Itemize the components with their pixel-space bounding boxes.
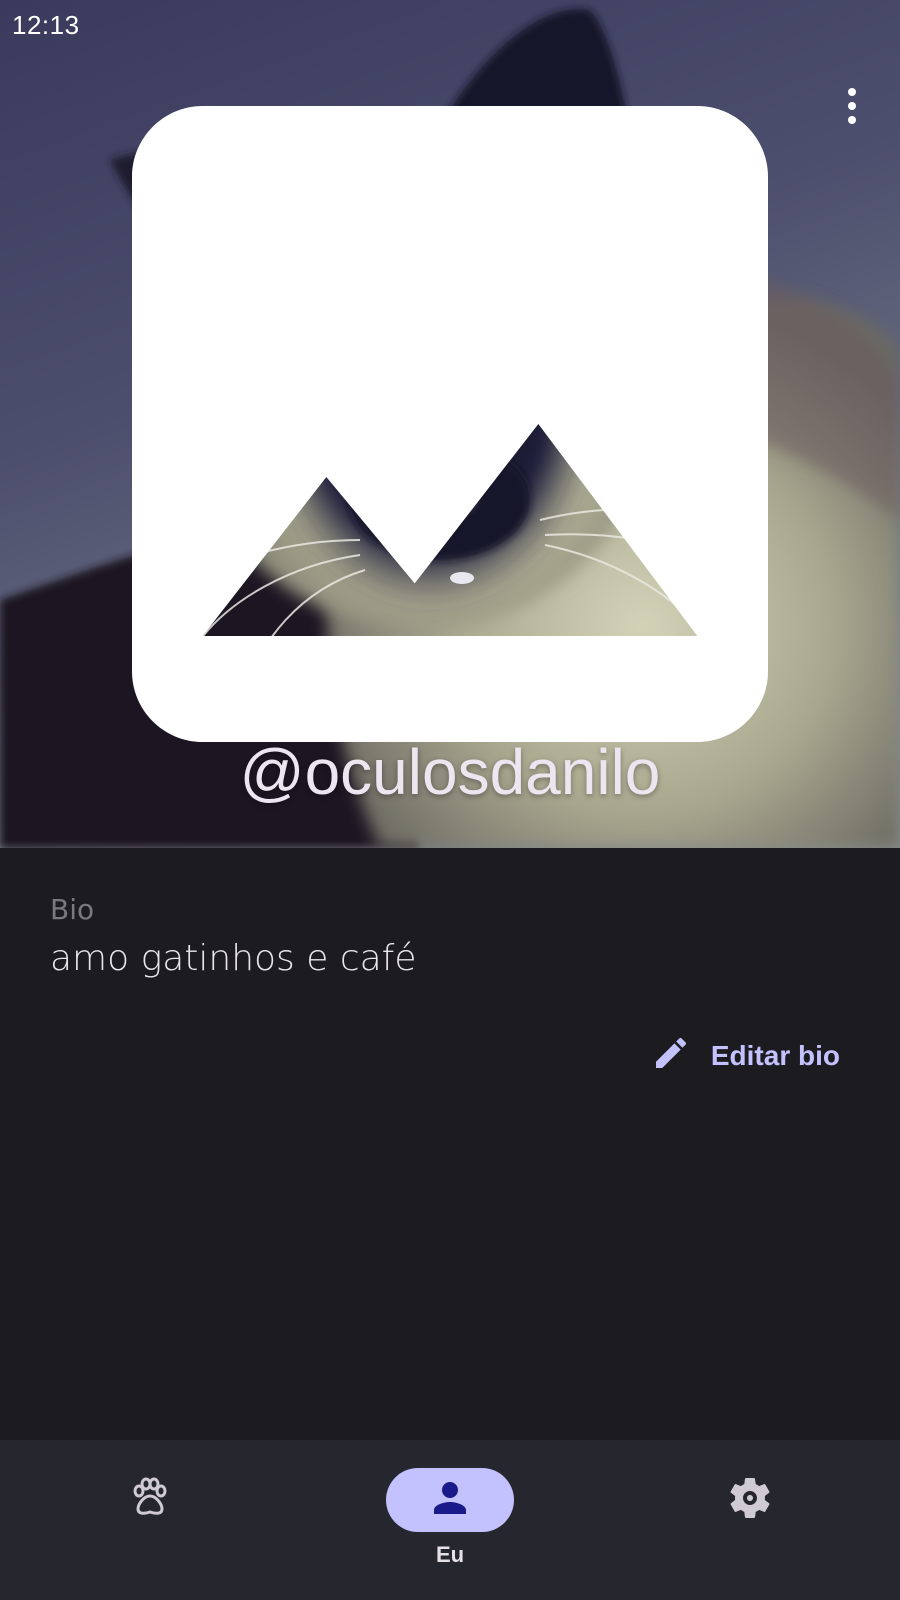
nav-label-eu: Eu	[435, 1542, 465, 1567]
bottom-navigation: Eu	[0, 1440, 900, 1600]
nav-item-settings[interactable]	[600, 1440, 900, 1600]
person-icon	[426, 1474, 474, 1527]
nav-indicator	[86, 1468, 214, 1532]
nav-indicator	[686, 1468, 814, 1532]
pencil-icon	[651, 1033, 691, 1080]
more-vert-icon[interactable]	[832, 82, 872, 130]
nav-item-pets[interactable]	[0, 1440, 300, 1600]
status-bar: 12:13	[0, 0, 900, 742]
edit-bio-label: Editar bio	[710, 1040, 840, 1071]
profile-photo[interactable]: 12:13 @oculosdanilo	[0, 0, 900, 848]
paw-icon	[126, 1474, 174, 1527]
edit-bio-button[interactable]: Editar bio	[651, 1030, 840, 1082]
menu-dot	[848, 116, 856, 124]
bio-text: amo gatinhos e café	[50, 938, 417, 979]
bio-label: Bio	[50, 893, 95, 926]
username: @oculosdanilo	[239, 736, 661, 808]
image-icon	[104, 12, 768, 742]
nav-item-eu[interactable]: Eu	[300, 1440, 600, 1600]
gear-icon	[726, 1474, 774, 1527]
menu-dot	[848, 88, 856, 96]
menu-dot	[848, 102, 856, 110]
nav-indicator-active	[386, 1468, 514, 1532]
